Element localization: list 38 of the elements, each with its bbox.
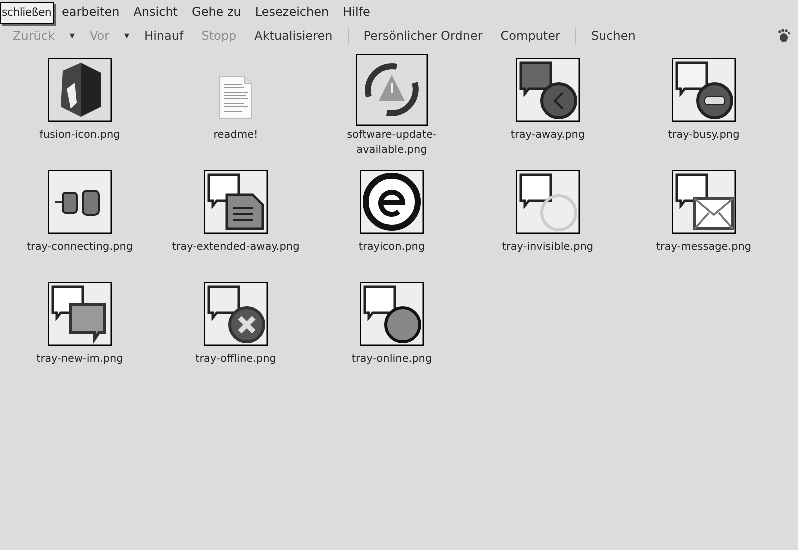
file-name[interactable]: tray-invisible.png [483,240,613,255]
file-name[interactable]: tray-message.png [639,240,769,255]
file-name[interactable]: tray-offline.png [171,352,301,367]
image-thumbnail[interactable] [516,58,580,122]
file-name[interactable]: tray-online.png [327,352,457,367]
file-name[interactable]: tray-connecting.png [15,240,145,255]
file-name[interactable]: readme! [171,128,301,143]
menu-item[interactable]: Hilfe [343,3,370,21]
image-thumbnail[interactable] [672,170,736,234]
footprint-icon[interactable] [778,29,790,43]
file-name[interactable]: fusion-icon.png [15,128,145,143]
image-thumbnail[interactable] [516,170,580,234]
file-name[interactable]: tray-away.png [483,128,613,143]
file-name[interactable]: tray-busy.png [639,128,769,143]
text-document-icon[interactable] [219,76,253,120]
menu-item[interactable]: Lesezeichen [255,3,330,21]
image-thumbnail[interactable] [48,282,112,346]
image-thumbnail[interactable] [360,282,424,346]
file-name[interactable]: tray-new-im.png [15,352,145,367]
image-thumbnail[interactable] [672,58,736,122]
image-thumbnail[interactable] [48,58,112,122]
menu-item[interactable]: Ansicht [134,3,178,21]
toolbar-button[interactable]: Aktualisieren [246,27,342,45]
file-name[interactable]: tray-extended-away.png [171,240,301,255]
file-name[interactable]: trayicon.png [327,240,457,255]
image-thumbnail[interactable] [48,170,112,234]
image-thumbnail[interactable] [204,170,268,234]
image-thumbnail[interactable] [356,54,428,126]
tooltip: schließen [0,2,54,24]
menu-item[interactable]: Gehe zu [192,3,242,21]
toolbar-button[interactable]: Computer [492,27,570,45]
toolbar-button[interactable]: Suchen [582,27,645,45]
toolbar-button[interactable]: Persönlicher Ordner [354,27,492,45]
file-name[interactable]: software-update-available.png [327,128,457,158]
toolbar-button[interactable]: Hinauf [136,27,193,45]
menu-item[interactable]: earbeiten [62,3,120,21]
image-thumbnail[interactable] [360,170,424,234]
image-thumbnail[interactable] [204,282,268,346]
